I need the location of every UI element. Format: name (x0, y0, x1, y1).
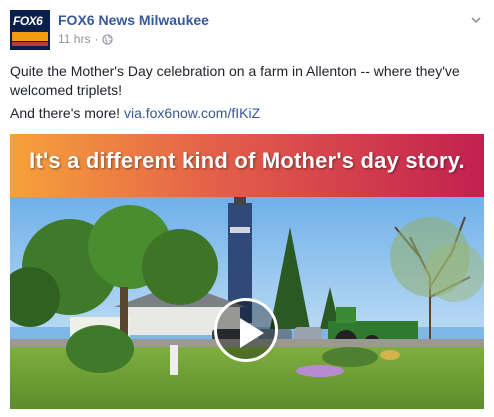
video-thumbnail (10, 197, 484, 409)
page-name-link[interactable]: FOX6 News Milwaukee (58, 12, 209, 28)
avatar-stripe (12, 32, 48, 41)
post-text: Quite the Mother's Day celebration on a … (10, 63, 460, 98)
page-avatar[interactable]: FOX6 (10, 10, 50, 50)
post-text-more: And there's more! via.fox6now.com/fIKiZ (10, 104, 484, 123)
chevron-down-icon[interactable] (470, 14, 482, 26)
post-link[interactable]: via.fox6now.com/fIKiZ (124, 105, 260, 121)
facebook-post: FOX6 FOX6 News Milwaukee 11 hrs · Quite … (0, 0, 494, 417)
post-header: FOX6 FOX6 News Milwaukee 11 hrs · (10, 10, 484, 50)
post-text-prefix: And there's more! (10, 105, 124, 121)
play-button[interactable] (214, 298, 278, 362)
post-timestamp[interactable]: 11 hrs (58, 32, 90, 46)
post-meta: 11 hrs · (58, 32, 114, 46)
globe-icon[interactable] (102, 33, 114, 45)
video-banner: It's a different kind of Mother's day st… (10, 134, 484, 197)
video-player[interactable]: It's a different kind of Mother's day st… (10, 134, 484, 409)
meta-separator: · (94, 32, 99, 46)
avatar-stripe-red (12, 42, 48, 46)
video-banner-text: It's a different kind of Mother's day st… (29, 148, 465, 173)
avatar-logo-text: FOX6 (13, 14, 43, 28)
play-icon (240, 318, 264, 348)
